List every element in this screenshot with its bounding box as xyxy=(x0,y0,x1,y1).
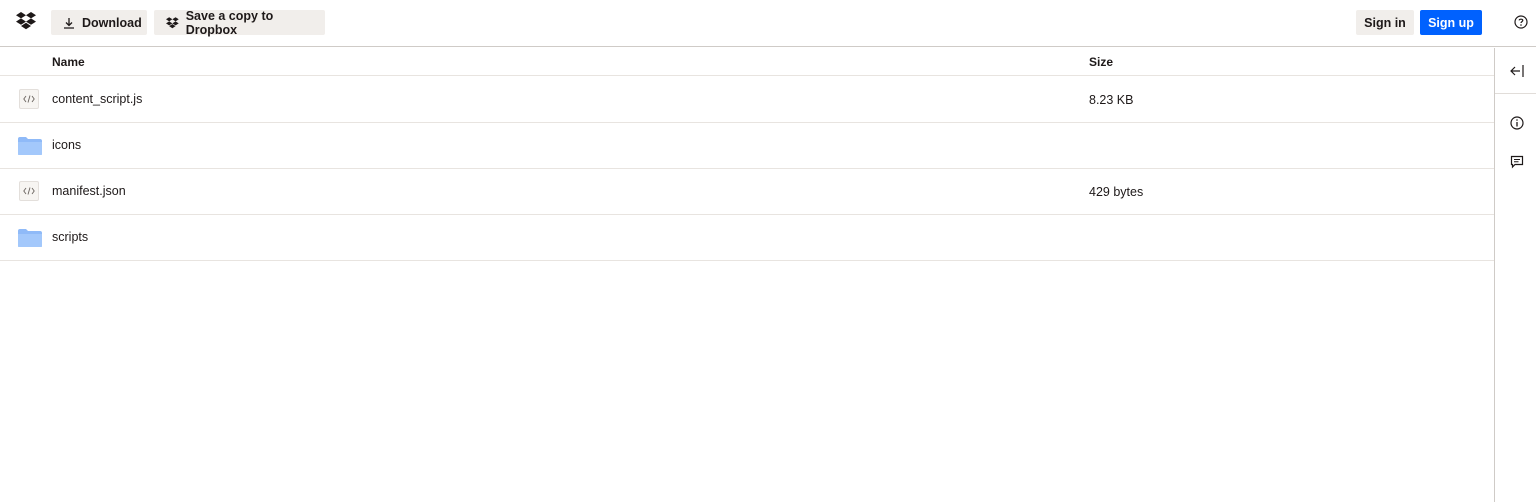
file-list: Name Size content_script.js 8.23 KB icon… xyxy=(0,48,1494,502)
save-copy-label: Save a copy to Dropbox xyxy=(185,8,274,37)
sign-up-button[interactable]: Sign up xyxy=(1420,10,1482,35)
file-name[interactable]: manifest.json xyxy=(52,184,126,198)
info-icon[interactable] xyxy=(1510,116,1524,130)
file-size: 8.23 KB xyxy=(1089,93,1134,107)
side-panel xyxy=(1494,48,1536,502)
table-row[interactable]: manifest.json 429 bytes xyxy=(0,169,1494,215)
code-file-icon xyxy=(19,89,39,109)
file-name[interactable]: content_script.js xyxy=(52,92,142,106)
sign-up-label: Sign up xyxy=(1428,15,1474,30)
sign-in-button[interactable]: Sign in xyxy=(1356,10,1414,35)
code-file-icon xyxy=(19,181,39,201)
download-icon xyxy=(64,17,74,29)
dropbox-icon xyxy=(166,16,179,28)
file-name[interactable]: icons xyxy=(52,138,81,152)
sign-in-label: Sign in xyxy=(1364,15,1406,30)
help-circle-icon[interactable] xyxy=(1514,15,1528,29)
size-column-header[interactable]: Size xyxy=(1089,55,1113,69)
dropbox-logo-icon[interactable] xyxy=(16,12,36,30)
table-header: Name Size xyxy=(0,48,1494,76)
name-column-header[interactable]: Name xyxy=(52,55,85,69)
comment-icon[interactable] xyxy=(1510,155,1524,169)
folder-icon xyxy=(18,137,42,155)
collapse-panel-icon[interactable] xyxy=(1510,64,1524,78)
side-panel-divider xyxy=(1495,93,1536,94)
table-row[interactable]: scripts xyxy=(0,215,1494,261)
folder-icon xyxy=(18,229,42,247)
top-bar: Download Save a copy to Dropbox Sign in … xyxy=(0,0,1536,47)
table-row[interactable]: content_script.js 8.23 KB xyxy=(0,77,1494,123)
save-copy-button[interactable]: Save a copy to Dropbox xyxy=(154,8,325,37)
file-size: 429 bytes xyxy=(1089,185,1144,199)
file-name[interactable]: scripts xyxy=(52,230,88,244)
table-row[interactable]: icons xyxy=(0,123,1494,169)
download-button[interactable]: Download xyxy=(51,10,147,35)
download-label: Download xyxy=(82,15,142,30)
